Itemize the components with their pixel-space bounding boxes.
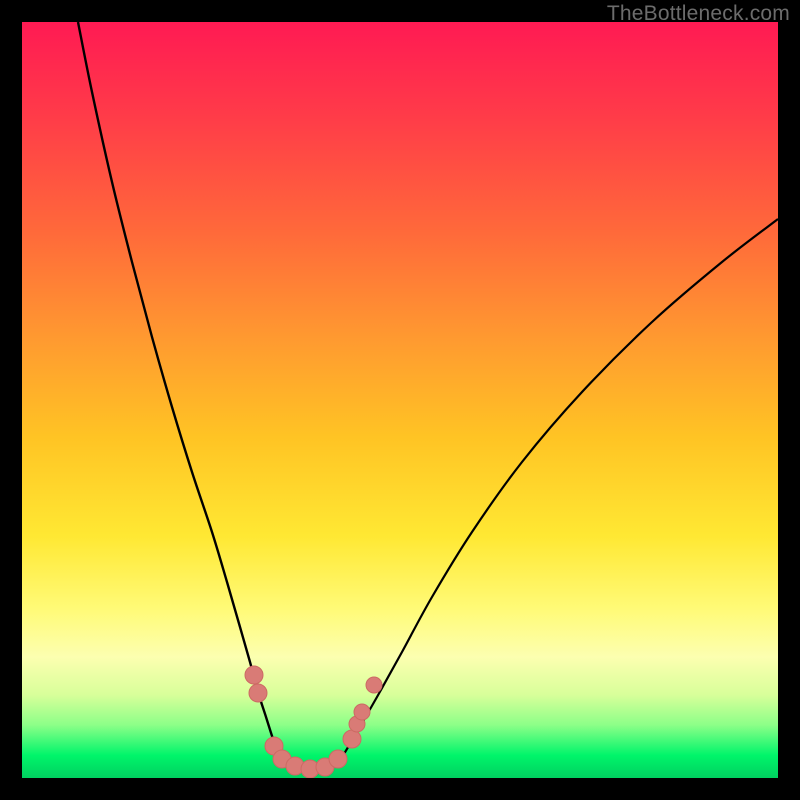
data-marker [249, 684, 267, 702]
chart-plot-area [22, 22, 778, 778]
curve-left-branch [78, 22, 280, 758]
curve-right-branch [344, 219, 778, 754]
data-marker [366, 677, 382, 693]
chart-svg [22, 22, 778, 778]
watermark-text: TheBottleneck.com [607, 2, 790, 26]
data-marker [354, 704, 370, 720]
data-marker [245, 666, 263, 684]
data-marker [343, 730, 361, 748]
data-markers [245, 666, 382, 778]
data-marker [329, 750, 347, 768]
